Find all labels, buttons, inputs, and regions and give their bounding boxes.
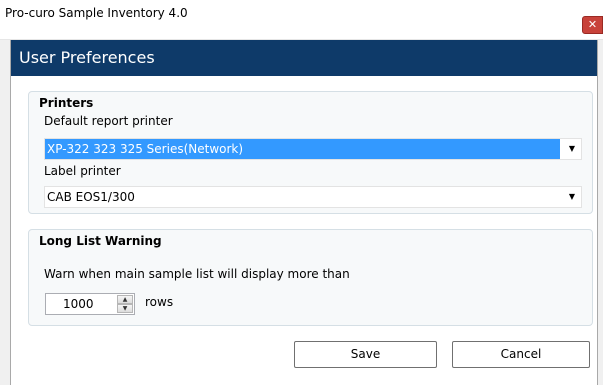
title-bar: Pro-curo Sample Inventory 4.0 ✕ [0, 0, 603, 40]
dialog-title: User Preferences [19, 48, 155, 67]
printers-group-title: Printers [39, 96, 94, 110]
cancel-button[interactable]: Cancel [452, 341, 590, 368]
label-printer-value: CAB EOS1/300 [47, 190, 135, 204]
printers-group: Printers Default report printer XP-322 3… [28, 91, 593, 214]
window-frame-right [597, 40, 603, 385]
long-list-group-title: Long List Warning [39, 234, 162, 248]
default-printer-value: XP-322 323 325 Series(Network) [45, 139, 560, 159]
window-frame-left [0, 40, 11, 385]
close-button[interactable]: ✕ [582, 16, 603, 34]
stepper-up-icon[interactable]: ▲ [117, 295, 133, 304]
dialog-client: User Preferences Printers Default report… [11, 40, 597, 385]
rows-input[interactable]: 1000 [63, 294, 94, 314]
default-printer-dropdown[interactable]: XP-322 323 325 Series(Network) ▼ [44, 138, 582, 160]
label-printer-dropdown[interactable]: CAB EOS1/300 ▼ [44, 186, 582, 208]
dialog-header: User Preferences [11, 40, 597, 76]
close-icon: ✕ [587, 18, 598, 31]
save-button[interactable]: Save [294, 341, 437, 368]
stepper-buttons: ▲ ▼ [117, 295, 133, 313]
chevron-down-icon[interactable]: ▼ [563, 187, 581, 207]
long-list-group: Long List Warning Warn when main sample … [28, 229, 593, 326]
window-title: Pro-curo Sample Inventory 4.0 [5, 6, 188, 20]
long-list-description: Warn when main sample list will display … [44, 267, 350, 281]
stepper-down-icon[interactable]: ▼ [117, 304, 133, 313]
rows-stepper[interactable]: 1000 ▲ ▼ [45, 293, 135, 315]
rows-unit-label: rows [145, 295, 174, 309]
default-printer-label: Default report printer [44, 114, 173, 128]
chevron-down-icon[interactable]: ▼ [563, 139, 581, 159]
label-printer-label: Label printer [44, 164, 121, 178]
